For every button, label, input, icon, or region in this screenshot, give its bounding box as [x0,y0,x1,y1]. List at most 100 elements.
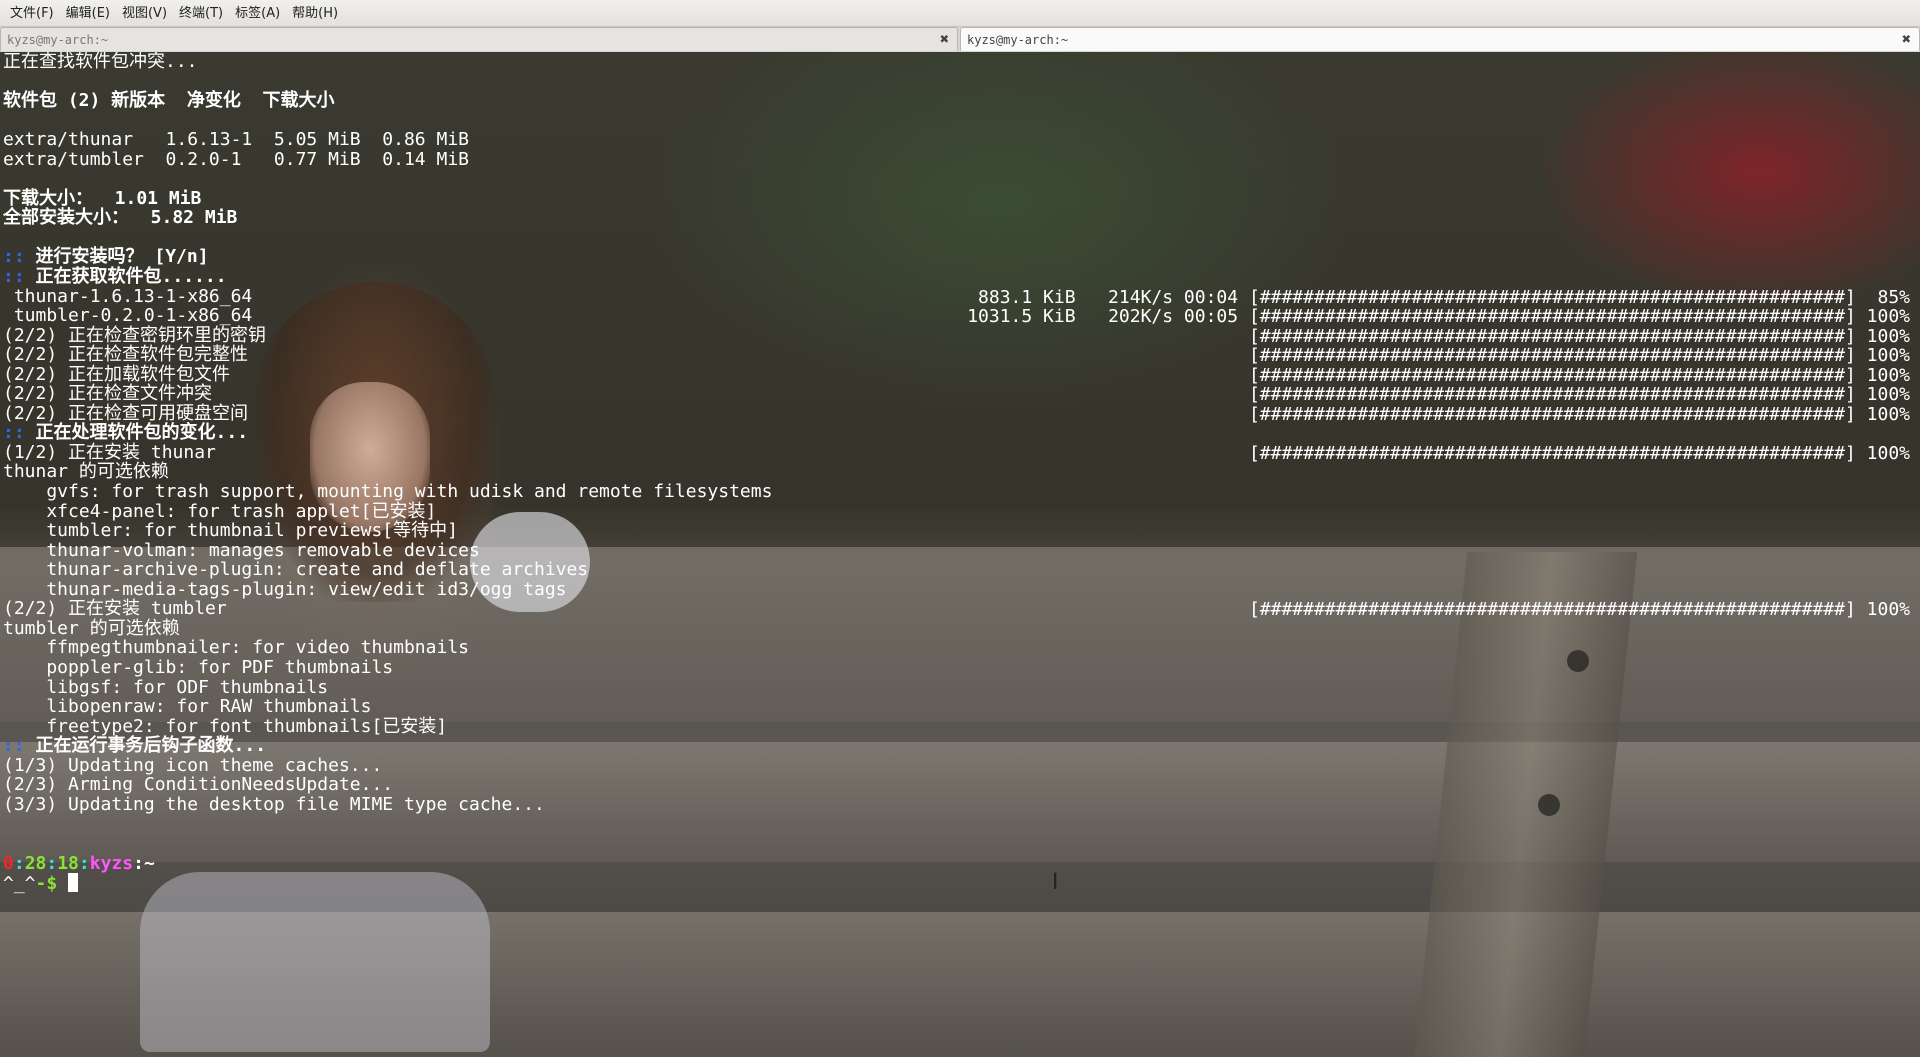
terminal-line: extra/thunar 1.6.13-1 5.05 MiB 0.86 MiB [3,130,772,150]
hook-prefix: :: [3,422,25,444]
line-text: (1/3) Updating icon theme caches... [3,754,383,776]
menu-bar: 文件(F) 编辑(E) 视图(V) 终端(T) 标签(A) 帮助(H) [0,0,1920,27]
line-text: poppler-glib: for PDF thumbnails [3,656,394,678]
terminal-line: :: 正在获取软件包...... [3,267,772,287]
terminal-line: :: 进行安装吗？ [Y/n] [3,247,772,267]
tab-1-title: kyzs@my-arch:~ [7,32,109,47]
line-text: (2/2) 正在检查文件冲突 [3,383,213,405]
line-text: (2/3) Arming ConditionNeedsUpdate... [3,774,394,796]
tab-1[interactable]: kyzs@my-arch:~ ✖ [0,27,958,51]
menu-file[interactable]: 文件(F) [4,0,60,27]
terminal-line: tumbler: for thumbnail previews[等待中] [3,521,772,541]
prompt-path: :~ [133,852,155,874]
terminal-line: (1/2) 正在安装 thunar [3,443,772,463]
prompt-separator: : [78,852,90,874]
terminal-output: 正在查找软件包冲突... 软件包 (2) 新版本 净变化 下载大小 extra/th… [3,52,772,814]
line-text: (2/2) 正在检查软件包完整性 [3,344,249,366]
line-text: (2/2) 正在检查密钥环里的密钥 [3,324,267,346]
terminal-line: xfce4-panel: for trash applet[已安装] [3,501,772,522]
terminal-line: freetype2: for font thumbnails[已安装] [3,715,772,737]
terminal-line: 全部安装大小： 5.82 MiB [3,208,772,228]
girl-dress [140,872,490,1052]
progress-text: [#######################################… [1248,599,1910,621]
terminal-line: 下载大小： 1.01 MiB [3,189,772,209]
terminal-line: poppler-glib: for PDF thumbnails [3,658,772,678]
line-text: 正在查找软件包冲突... [3,52,198,72]
prompt-dollar: -$ [35,873,69,895]
line-text: 正在处理软件包的变化... [24,422,249,444]
terminal-line: (1/3) Updating icon theme caches... [3,754,772,776]
menu-tabs[interactable]: 标签(A) [229,0,286,27]
terminal-line: ffmpegthumbnailer: for video thumbnails [3,638,772,658]
line-text: (2/2) 正在检查可用硬盘空间 [3,402,249,424]
block-cursor [68,873,79,893]
terminal-line: tumbler 的可选依赖 [3,619,772,639]
close-icon[interactable]: ✖ [940,31,949,47]
terminal-line: (2/2) 正在检查文件冲突 [3,384,772,404]
line-text: (2/2) 正在加载软件包文件 [3,363,231,385]
text-cursor-icon: I [1052,870,1059,895]
terminal-line: (2/2) 正在加载软件包文件 [3,363,772,385]
progress-text: [#######################################… [1248,364,1910,386]
progress-text: 883.1 KiB 214K/s 00:04 [################… [978,286,1910,308]
prompt-hour: 0 [3,852,14,874]
line-text: thunar 的可选依赖 [3,461,169,483]
menu-help[interactable]: 帮助(H) [286,0,344,27]
hook-prefix: :: [3,735,25,757]
prompt-line-time: 0:28:18:kyzs:~ [3,852,155,874]
progress-text: 1031.5 KiB 202K/s 00:05 [###############… [967,306,1910,328]
line-text: freetype2: for font thumbnails[已安装] [3,715,448,737]
prompt-separator: : [46,852,58,874]
line-text: gvfs: for trash support, mounting with u… [3,481,773,503]
line-text: thunar-volman: manages removable devices [3,539,480,561]
line-text: (1/2) 正在安装 thunar [3,441,216,463]
progress-text: [#######################################… [1248,325,1910,347]
prompt-line-input[interactable]: ^_^-$ [3,873,155,893]
line-text: tumbler-0.2.0-1-x86_64 [3,305,253,327]
tab-2[interactable]: kyzs@my-arch:~ ✖ [960,27,1920,51]
line-text: tumbler: for thumbnail previews[等待中] [3,520,458,542]
line-text: libgsf: for ODF thumbnails [3,676,329,698]
terminal-area[interactable]: 正在查找软件包冲突... 软件包 (2) 新版本 净变化 下载大小 extra/th… [0,52,1920,1057]
terminal-line: thunar-archive-plugin: create and deflat… [3,560,772,580]
terminal-line: thunar-media-tags-plugin: view/edit id3/… [3,579,772,600]
prompt-minute: 28 [24,852,47,874]
line-text: ffmpegthumbnailer: for video thumbnails [3,637,469,659]
hook-prefix: :: [3,266,25,288]
terminal-line: gvfs: for trash support, mounting with u… [3,482,772,502]
line-text: 下载大小： 1.01 MiB [3,187,202,209]
terminal-line: (2/2) 正在安装 tumbler [3,599,772,619]
terminal-line: :: 正在运行事务后钩子函数... [3,736,772,756]
tab-bar: kyzs@my-arch:~ ✖ kyzs@my-arch:~ ✖ [0,27,1920,52]
line-text: (2/2) 正在安装 tumbler [3,598,227,620]
terminal-line: (2/2) 正在检查可用硬盘空间 [3,404,772,424]
line-text: 全部安装大小： 5.82 MiB [3,207,238,229]
menu-edit[interactable]: 编辑(E) [60,0,116,27]
prompt-second: 18 [57,852,79,874]
terminal-line: (2/2) 正在检查密钥环里的密钥 [3,324,772,346]
line-text: 软件包 (2) 新版本 净变化 下载大小 [3,90,335,112]
line-text: extra/tumbler 0.2.0-1 0.77 MiB 0.14 MiB [3,148,469,170]
menu-view[interactable]: 视图(V) [116,0,173,27]
terminal-line: tumbler-0.2.0-1-x86_64 [3,306,772,326]
close-icon[interactable]: ✖ [1902,31,1911,47]
menu-terminal[interactable]: 终端(T) [173,0,229,27]
tab-2-title: kyzs@my-arch:~ [967,32,1069,47]
line-text: 进行安装吗？ [Y/n] [24,246,209,268]
line-text: thunar-1.6.13-1-x86_64 [3,285,253,307]
terminal-line: (2/2) 正在检查软件包完整性 [3,345,772,365]
progress-text: [#######################################… [1248,403,1910,425]
terminal-line: (3/3) Updating the desktop file MIME typ… [3,795,772,815]
line-text: 正在获取软件包...... [24,266,227,288]
terminal-line: extra/tumbler 0.2.0-1 0.77 MiB 0.14 MiB [3,148,772,170]
progress-text: [#######################################… [1248,443,1910,464]
shell-prompt[interactable]: 0:28:18:kyzs:~ ^_^-$ [3,814,155,893]
prompt-user: kyzs [89,852,134,874]
line-text: libopenraw: for RAW thumbnails [3,696,372,718]
line-text: 正在运行事务后钩子函数... [24,735,267,757]
bench-bolt [1567,650,1589,672]
